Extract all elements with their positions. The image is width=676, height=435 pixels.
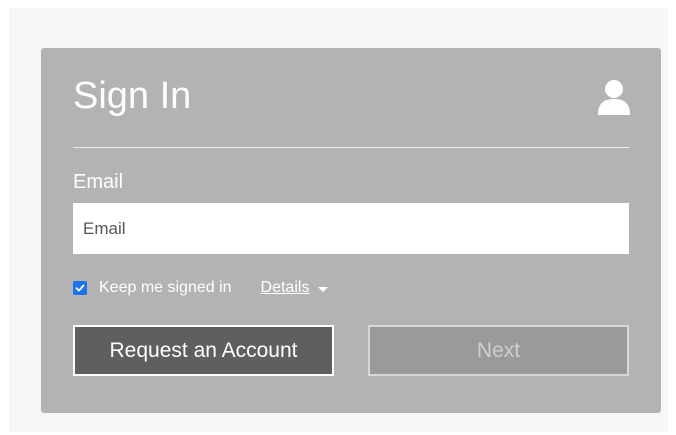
email-label: Email <box>73 171 124 193</box>
check-icon <box>75 284 85 292</box>
title-divider <box>73 147 629 148</box>
signin-card: Sign In Email Keep me signed in Details … <box>41 48 661 413</box>
user-icon <box>598 80 630 115</box>
page-title: Sign In <box>73 75 192 117</box>
details-link[interactable]: Details <box>261 279 310 297</box>
next-label: Next <box>476 338 521 362</box>
caret-down-icon[interactable] <box>318 286 329 292</box>
next-button[interactable]: Next <box>368 325 629 376</box>
request-account-button[interactable]: Request an Account <box>73 325 334 376</box>
email-field[interactable] <box>73 203 629 254</box>
keep-signed-in-checkbox[interactable] <box>73 281 87 295</box>
request-account-label: Request an Account <box>109 338 298 362</box>
keep-signed-in-label[interactable]: Keep me signed in <box>99 279 232 297</box>
keep-signed-in-row: Keep me signed in Details <box>73 278 329 298</box>
